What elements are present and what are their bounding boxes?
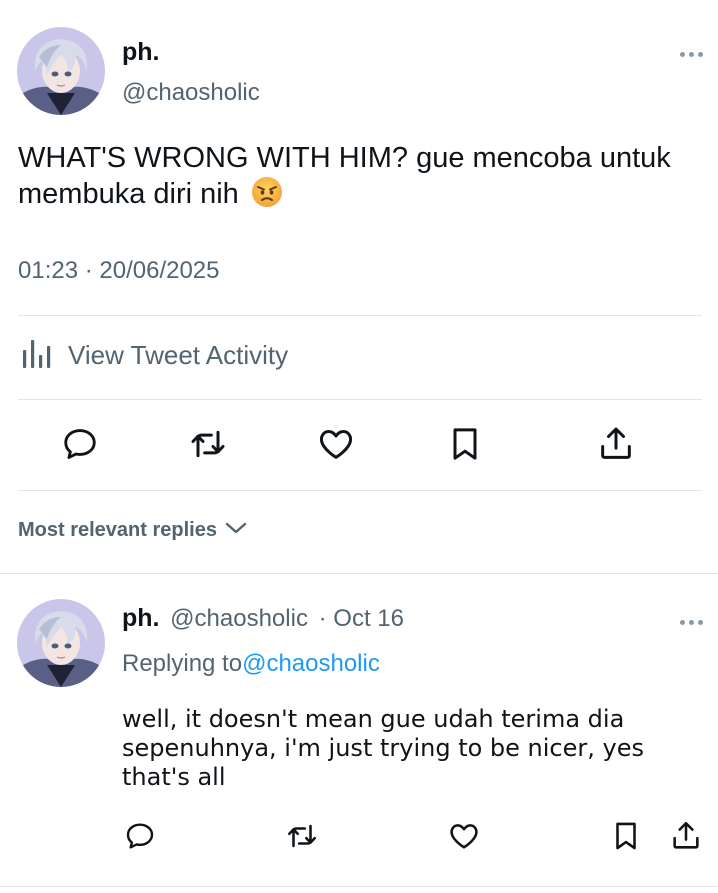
reply-date[interactable]: · Oct 16	[319, 605, 404, 632]
replies-sort-label: Most relevant replies	[18, 519, 217, 541]
reply-author-handle[interactable]: @chaosholic	[170, 605, 308, 632]
reply-more-options-icon[interactable]	[680, 620, 703, 625]
replying-to-link[interactable]: @chaosholic	[242, 650, 380, 677]
like-icon	[447, 819, 481, 858]
chevron-down-icon	[225, 521, 247, 540]
retweet-button[interactable]	[186, 424, 230, 468]
share-icon	[596, 424, 636, 469]
reply-author-name[interactable]: ph.	[122, 604, 160, 632]
retweet-icon	[188, 424, 228, 469]
tweet-text: WHAT'S WRONG WITH HIM? gue mencoba untuk…	[18, 140, 678, 217]
bookmark-icon	[609, 819, 643, 858]
analytics-icon	[20, 336, 54, 375]
reply-icon	[124, 820, 156, 857]
bookmark-icon	[445, 424, 485, 469]
reply-bookmark-button[interactable]	[608, 820, 644, 856]
author-name[interactable]: ph.	[122, 38, 160, 67]
replies-sort-dropdown[interactable]: Most relevant replies	[18, 519, 247, 542]
divider	[18, 399, 702, 400]
reply-button[interactable]	[58, 424, 102, 468]
divider	[0, 886, 718, 887]
reply-retweet-button[interactable]	[284, 820, 320, 856]
replying-to: Replying to@chaosholic	[122, 650, 380, 678]
like-button[interactable]	[314, 424, 358, 468]
author-handle[interactable]: @chaosholic	[122, 79, 260, 107]
angry-face-icon	[251, 176, 283, 217]
tweet-timestamp[interactable]: 01:23 · 20/06/2025	[18, 257, 220, 285]
reply-text: well, it doesn't mean gue udah terima di…	[122, 705, 644, 791]
reply-header: ph. @chaosholic · Oct 16	[122, 604, 404, 633]
divider	[18, 315, 702, 316]
more-options-icon[interactable]	[680, 52, 703, 57]
divider	[0, 573, 718, 574]
retweet-icon	[285, 819, 319, 858]
replying-to-prefix: Replying to	[122, 650, 243, 677]
author-avatar[interactable]	[17, 27, 105, 115]
reply-share-button[interactable]	[668, 820, 704, 856]
reply-like-button[interactable]	[446, 820, 482, 856]
bookmark-button[interactable]	[443, 424, 487, 468]
reply-author-avatar[interactable]	[17, 599, 105, 687]
tweet-text-content: WHAT'S WRONG WITH HIM? gue mencoba untuk…	[18, 142, 671, 210]
divider	[18, 490, 702, 491]
share-icon	[669, 819, 703, 858]
share-button[interactable]	[594, 424, 638, 468]
like-icon	[316, 424, 356, 469]
reply-icon	[61, 425, 99, 468]
reply-reply-button[interactable]	[122, 820, 158, 856]
view-tweet-activity-label: View Tweet Activity	[68, 340, 289, 370]
view-tweet-activity-link[interactable]: View Tweet Activity	[20, 336, 288, 375]
